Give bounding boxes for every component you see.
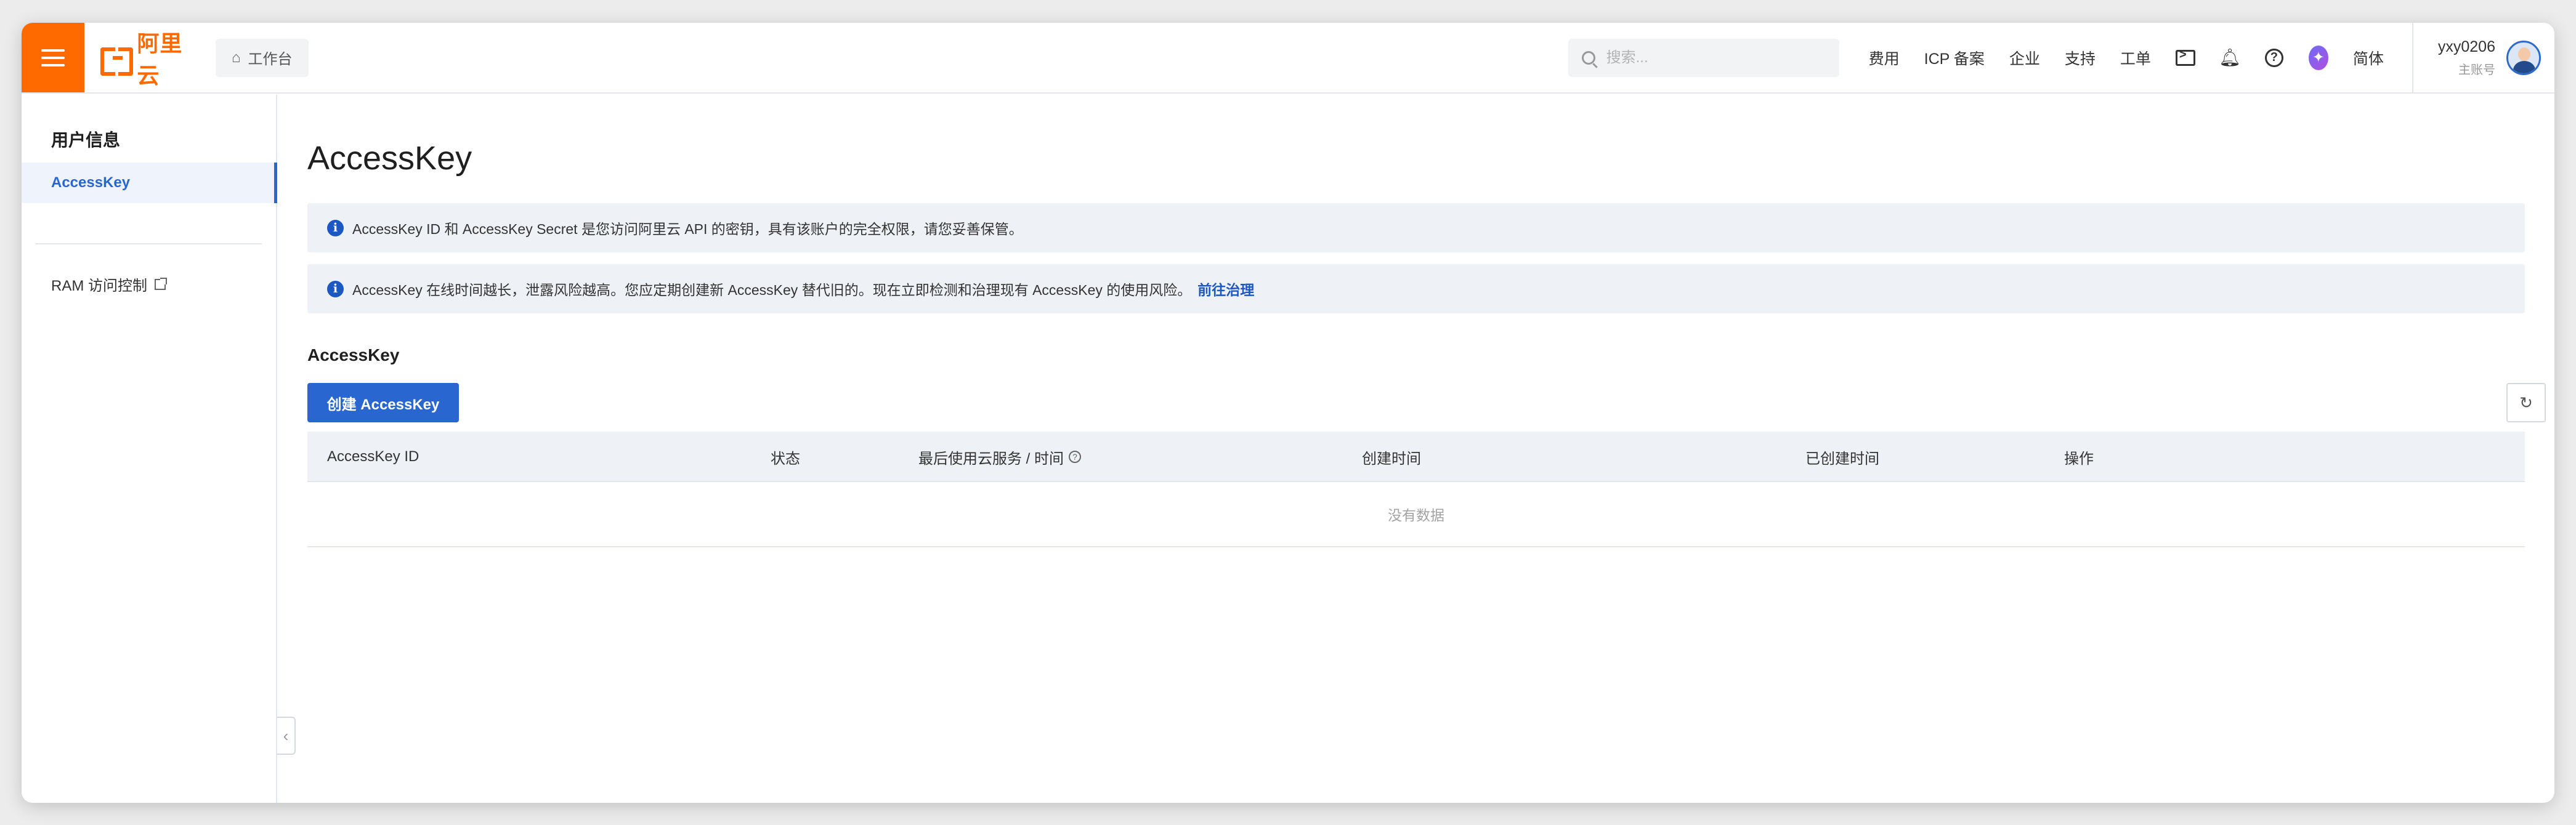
sparkle-icon: ✦ — [2308, 45, 2328, 70]
external-link-icon — [155, 277, 167, 290]
refresh-icon: ↻ — [2519, 393, 2533, 412]
logo-text: 阿里云 — [137, 30, 183, 88]
sidebar: 用户信息 AccessKey RAM 访问控制 — [22, 95, 277, 803]
search-box[interactable] — [1568, 38, 1839, 77]
page-title: AccessKey — [307, 140, 472, 177]
hamburger-menu-button[interactable] — [22, 23, 84, 92]
nav-link-support[interactable]: 支持 — [2065, 47, 2096, 69]
aliyun-logo-icon — [100, 47, 134, 76]
info-notice: i AccessKey ID 和 AccessKey Secret 是您访问阿里… — [307, 203, 2525, 252]
sidebar-item-accesskey[interactable]: AccessKey — [22, 163, 277, 203]
refresh-button[interactable]: ↻ — [2506, 383, 2546, 422]
nav-link-enterprise[interactable]: 企业 — [2009, 47, 2040, 69]
top-nav-links: 费用 ICP 备案 企业 支持 工单 🔔︎ ? ✦ 简体 — [1857, 45, 2396, 70]
sidebar-divider — [35, 243, 262, 244]
column-header-created-time: 创建时间 — [1362, 450, 1421, 467]
terminal-icon — [2175, 48, 2195, 66]
sidebar-item-label: RAM 访问控制 — [51, 278, 147, 294]
risk-notice: i AccessKey 在线时间越长，泄露风险越高。您应定期创建新 Access… — [307, 264, 2525, 313]
table-body: 没有数据 — [307, 482, 2525, 547]
info-icon: i — [327, 219, 344, 236]
help-button[interactable]: ? — [2264, 48, 2284, 68]
question-icon: ? — [2264, 48, 2283, 67]
empty-state-text: 没有数据 — [1388, 507, 1444, 523]
menu-icon — [41, 47, 65, 69]
column-header-status: 状态 — [771, 450, 800, 467]
top-navigation-bar: 阿里云 ⌂ 工作台 费用 ICP 备案 企业 支持 工单 🔔︎ ? ✦ 简体 y… — [22, 23, 2554, 94]
user-name: yxy0206 — [2437, 38, 2495, 55]
column-header-actions: 操作 — [2064, 450, 2094, 467]
info-icon: i — [327, 280, 344, 297]
nav-link-billing[interactable]: 费用 — [1869, 47, 1900, 69]
govern-link[interactable]: 前往治理 — [1197, 278, 1254, 299]
section-title: AccessKey — [307, 345, 400, 364]
column-header-last-used: 最后使用云服务 / 时间 ? — [918, 432, 1082, 482]
column-header-age: 已创建时间 — [1805, 450, 1879, 467]
help-question-icon[interactable]: ? — [1069, 451, 1082, 463]
chevron-left-icon: ‹ — [283, 726, 289, 745]
column-header-accesskey-id: AccessKey ID — [327, 448, 419, 465]
language-switch[interactable]: 简体 — [2353, 47, 2384, 69]
sidebar-item-ram[interactable]: RAM 访问控制 — [51, 273, 167, 295]
browser-window: 阿里云 ⌂ 工作台 费用 ICP 备案 企业 支持 工单 🔔︎ ? ✦ 简体 y… — [22, 23, 2554, 803]
home-icon: ⌂ — [232, 49, 241, 66]
workbench-label: 工作台 — [248, 51, 293, 68]
notice-text: AccessKey 在线时间越长，泄露风险越高。您应定期创建新 AccessKe… — [352, 282, 1192, 298]
accesskey-table: AccessKey ID 状态 最后使用云服务 / 时间 ? 创建时间 已创建时… — [307, 432, 2525, 547]
workbench-button[interactable]: ⌂ 工作台 — [216, 38, 309, 77]
notice-text: AccessKey ID 和 AccessKey Secret 是您访问阿里云 … — [352, 221, 1023, 237]
search-input[interactable] — [1606, 49, 1810, 66]
notification-bell-icon[interactable]: 🔔︎ — [2219, 48, 2241, 68]
nav-link-ticket[interactable]: 工单 — [2120, 47, 2151, 69]
main-content: AccessKey i AccessKey ID 和 AccessKey Sec… — [307, 95, 2546, 803]
ai-assistant-button[interactable]: ✦ — [2308, 45, 2328, 70]
sidebar-collapse-button[interactable]: ‹ — [277, 717, 296, 755]
column-header-label: 最后使用云服务 / 时间 — [918, 450, 1064, 467]
create-accesskey-button[interactable]: 创建 AccessKey — [307, 383, 459, 422]
sidebar-title: 用户信息 — [51, 131, 121, 150]
nav-link-icp[interactable]: ICP 备案 — [1924, 47, 1985, 69]
table-header: AccessKey ID 状态 最后使用云服务 / 时间 ? 创建时间 已创建时… — [307, 432, 2525, 482]
user-role: 主账号 — [2458, 63, 2495, 77]
search-icon — [1581, 50, 1595, 65]
user-account-menu[interactable]: yxy0206 主账号 — [2412, 23, 2554, 92]
aliyun-logo[interactable]: 阿里云 — [100, 26, 202, 90]
avatar[interactable] — [2506, 40, 2541, 75]
cloud-shell-button[interactable] — [2175, 48, 2195, 68]
